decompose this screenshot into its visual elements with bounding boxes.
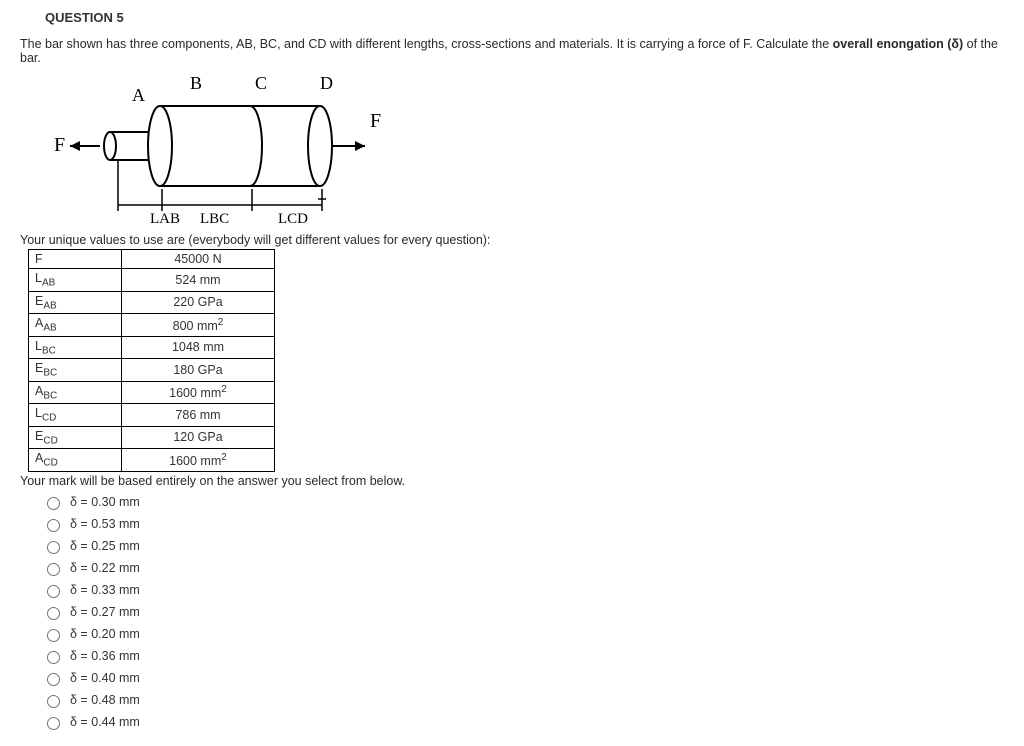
answer-label: δ = 0.36 mm xyxy=(70,649,140,663)
values-table: F45000 NLAB524 mmEAB220 GPaAAB800 mm2LBC… xyxy=(28,249,275,472)
answer-radio[interactable] xyxy=(47,497,60,510)
table-cell-value: 1048 mm xyxy=(122,336,275,359)
label-F-left: F xyxy=(54,134,65,156)
answer-radio[interactable] xyxy=(47,607,60,620)
answer-label: δ = 0.48 mm xyxy=(70,693,140,707)
prompt-pre: The bar shown has three components, AB, … xyxy=(20,37,833,51)
answer-radio[interactable] xyxy=(47,629,60,642)
answer-option: δ = 0.33 mm xyxy=(42,582,1004,598)
label-C: C xyxy=(255,73,267,93)
table-row: AAB800 mm2 xyxy=(29,314,275,337)
answer-option: δ = 0.44 mm xyxy=(42,714,1004,730)
table-cell-name: LCD xyxy=(29,404,122,427)
answer-label: δ = 0.30 mm xyxy=(70,495,140,509)
table-cell-name: LBC xyxy=(29,336,122,359)
answer-label: δ = 0.44 mm xyxy=(70,715,140,729)
bar-diagram: F A B C D F LAB LBC LCD xyxy=(40,71,400,231)
table-cell-value: 120 GPa xyxy=(122,426,275,449)
table-cell-name: LAB xyxy=(29,269,122,292)
table-cell-name: EBC xyxy=(29,359,122,382)
label-LAB: LAB xyxy=(150,211,180,227)
answer-option: δ = 0.53 mm xyxy=(42,516,1004,532)
answer-option: δ = 0.25 mm xyxy=(42,538,1004,554)
answer-radio[interactable] xyxy=(47,717,60,730)
table-row: F45000 N xyxy=(29,250,275,269)
question-header: QUESTION 5 xyxy=(45,10,1004,25)
table-row: ABC1600 mm2 xyxy=(29,381,275,404)
table-row: LBC1048 mm xyxy=(29,336,275,359)
question-prompt: The bar shown has three components, AB, … xyxy=(20,37,1004,65)
table-cell-value: 1600 mm2 xyxy=(122,449,275,472)
label-A: A xyxy=(132,85,145,105)
table-cell-name: EAB xyxy=(29,291,122,314)
table-cell-value: 180 GPa xyxy=(122,359,275,382)
table-row: EAB220 GPa xyxy=(29,291,275,314)
table-row: LCD786 mm xyxy=(29,404,275,427)
answer-radio[interactable] xyxy=(47,585,60,598)
answer-radio[interactable] xyxy=(47,541,60,554)
answer-option: δ = 0.30 mm xyxy=(42,494,1004,510)
table-row: ACD1600 mm2 xyxy=(29,449,275,472)
answer-radio[interactable] xyxy=(47,695,60,708)
unique-values-caption: Your unique values to use are (everybody… xyxy=(20,233,1004,247)
answer-option: δ = 0.27 mm xyxy=(42,604,1004,620)
answer-label: δ = 0.25 mm xyxy=(70,539,140,553)
answer-label: δ = 0.22 mm xyxy=(70,561,140,575)
table-cell-value: 45000 N xyxy=(122,250,275,269)
answer-option: δ = 0.48 mm xyxy=(42,692,1004,708)
table-cell-value: 1600 mm2 xyxy=(122,381,275,404)
table-cell-name: ABC xyxy=(29,381,122,404)
label-LBC: LBC xyxy=(200,211,229,227)
table-cell-value: 524 mm xyxy=(122,269,275,292)
table-cell-value: 800 mm2 xyxy=(122,314,275,337)
answer-label: δ = 0.40 mm xyxy=(70,671,140,685)
answer-option: δ = 0.40 mm xyxy=(42,670,1004,686)
mark-instruction: Your mark will be based entirely on the … xyxy=(20,474,1004,488)
label-LCD: LCD xyxy=(278,211,308,227)
prompt-bold: overall enongation (δ) xyxy=(833,37,964,51)
table-cell-name: ACD xyxy=(29,449,122,472)
answer-radio[interactable] xyxy=(47,651,60,664)
table-row: EBC180 GPa xyxy=(29,359,275,382)
table-cell-name: F xyxy=(29,250,122,269)
answer-option: δ = 0.36 mm xyxy=(42,648,1004,664)
answer-label: δ = 0.20 mm xyxy=(70,627,140,641)
table-cell-name: AAB xyxy=(29,314,122,337)
table-row: ECD120 GPa xyxy=(29,426,275,449)
answer-radio[interactable] xyxy=(47,519,60,532)
answer-label: δ = 0.27 mm xyxy=(70,605,140,619)
table-row: LAB524 mm xyxy=(29,269,275,292)
answer-radio[interactable] xyxy=(47,563,60,576)
label-B: B xyxy=(190,73,202,93)
label-F-right: F xyxy=(370,110,381,132)
answer-label: δ = 0.53 mm xyxy=(70,517,140,531)
answer-option: δ = 0.20 mm xyxy=(42,626,1004,642)
answer-options: δ = 0.30 mm δ = 0.53 mm δ = 0.25 mm δ = 0.2… xyxy=(42,494,1004,730)
table-cell-value: 220 GPa xyxy=(122,291,275,314)
answer-option: δ = 0.22 mm xyxy=(42,560,1004,576)
table-cell-value: 786 mm xyxy=(122,404,275,427)
label-D: D xyxy=(320,73,333,93)
table-cell-name: ECD xyxy=(29,426,122,449)
answer-label: δ = 0.33 mm xyxy=(70,583,140,597)
answer-radio[interactable] xyxy=(47,673,60,686)
